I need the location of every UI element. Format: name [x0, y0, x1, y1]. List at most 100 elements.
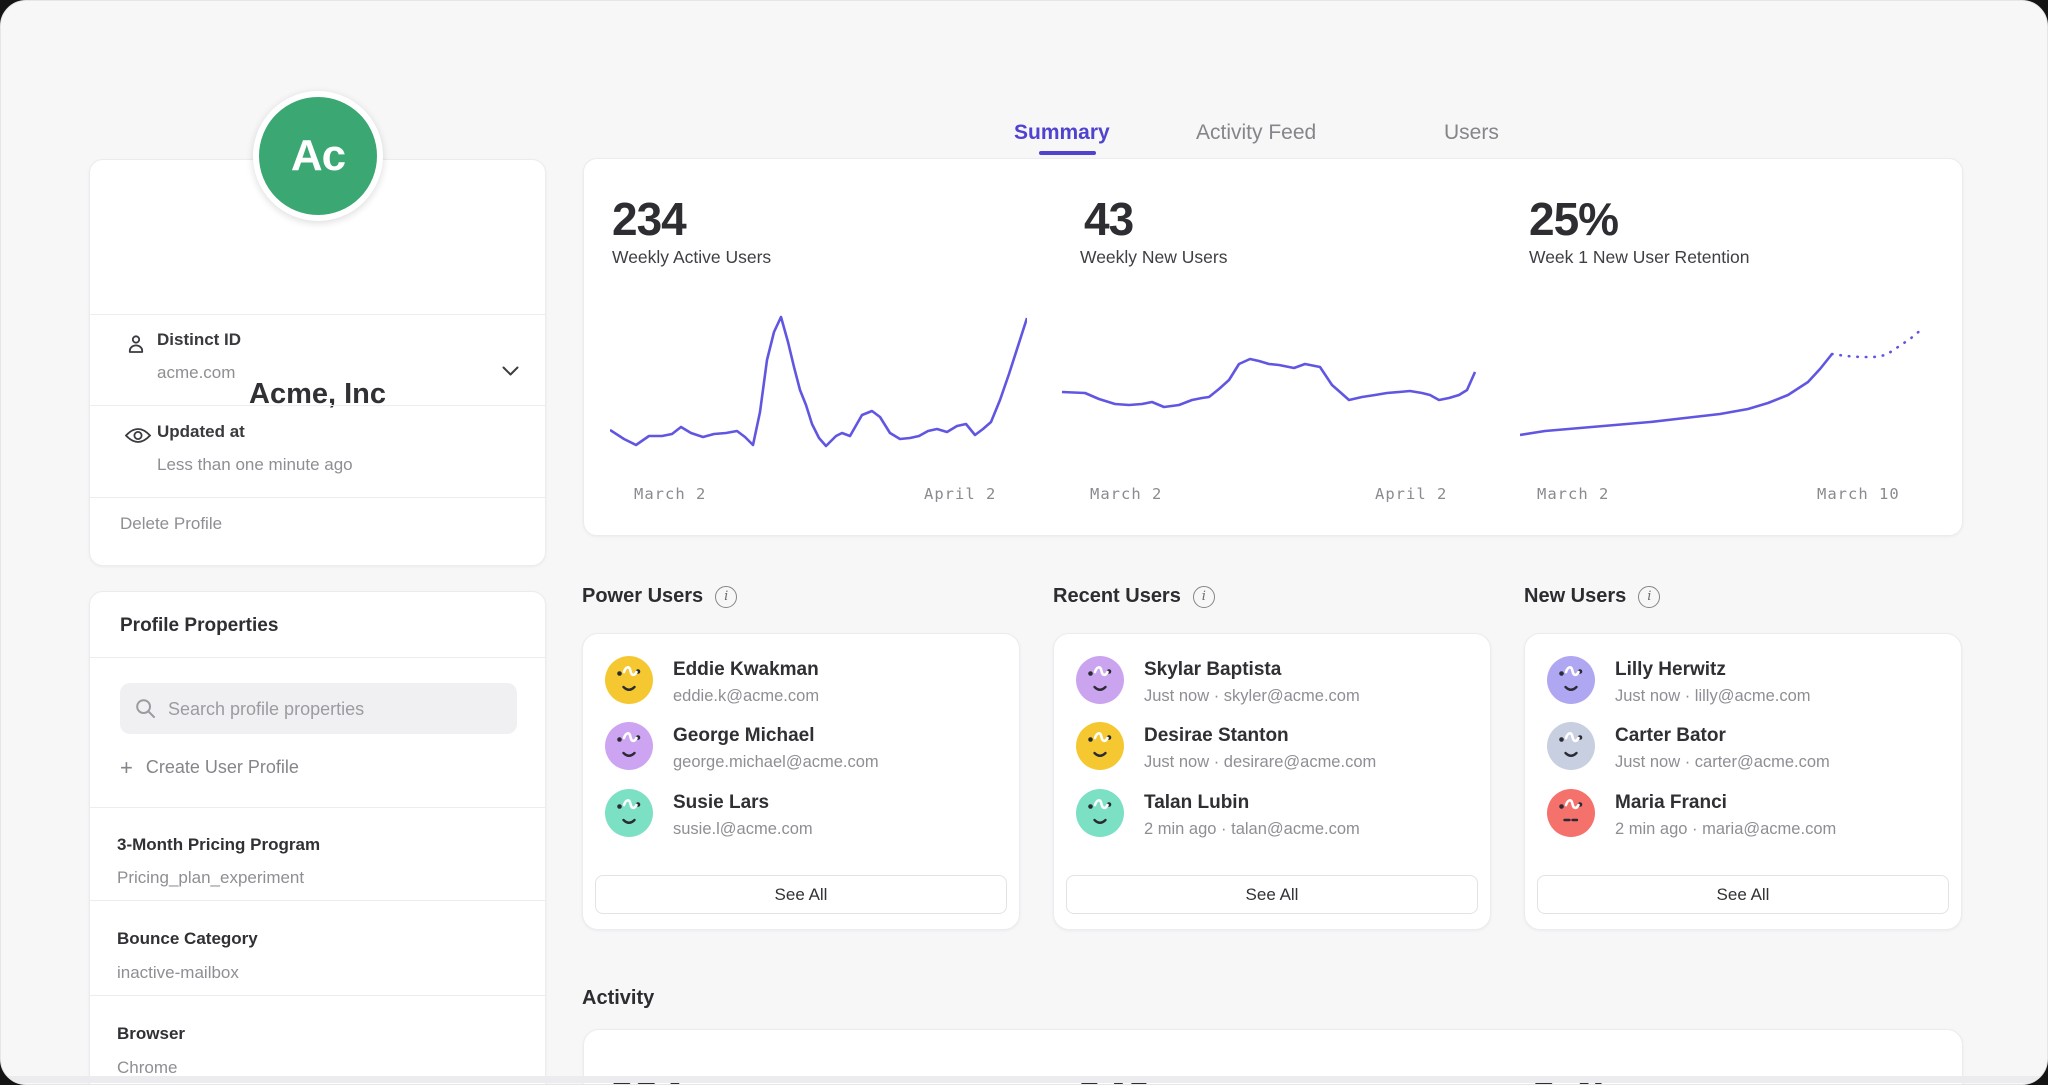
week1-retention-sparkline — [1520, 312, 1932, 468]
see-all-button[interactable]: See All — [1537, 875, 1949, 914]
user-row[interactable]: George Michael george.michael@acme.com — [583, 718, 1019, 782]
frame-bottom-edge — [2, 1076, 2046, 1083]
see-all-button[interactable]: See All — [1066, 875, 1478, 914]
property-value: Chrome — [117, 1058, 177, 1078]
x-tick: April 2 — [1375, 485, 1447, 503]
user-avatar — [605, 722, 653, 770]
property-value: Pricing_plan_experiment — [117, 868, 304, 888]
property-name: Bounce Category — [117, 929, 258, 949]
stat-week1-retention-label: Week 1 New User Retention — [1529, 247, 1749, 268]
user-avatar — [1547, 789, 1595, 837]
user-row[interactable]: Skylar Baptista Just now · skyler@acme.c… — [1054, 652, 1490, 716]
user-name: Lilly Herwitz — [1615, 659, 1726, 681]
tab-activity-feed[interactable]: Activity Feed — [1196, 121, 1316, 145]
x-tick: April 2 — [924, 485, 996, 503]
user-name: Eddie Kwakman — [673, 659, 819, 681]
user-row[interactable]: Maria Franci 2 min ago · maria@acme.com — [1525, 785, 1961, 849]
power-users-title: Power Users — [582, 585, 703, 608]
eye-icon — [124, 426, 152, 445]
user-meta: 2 min ago · maria@acme.com — [1615, 820, 1836, 839]
power-users-header: Power Users i — [582, 585, 737, 608]
user-avatar — [605, 656, 653, 704]
create-user-profile-button[interactable]: + Create User Profile — [120, 757, 299, 778]
divider — [90, 405, 545, 406]
user-name: Skylar Baptista — [1144, 659, 1281, 681]
power-users-card: Eddie Kwakman eddie.k@acme.com George Mi… — [582, 633, 1020, 930]
info-icon[interactable]: i — [715, 586, 737, 608]
profile-properties-search[interactable] — [120, 683, 517, 734]
x-tick: March 2 — [1090, 485, 1162, 503]
user-row[interactable]: Talan Lubin 2 min ago · talan@acme.com — [1054, 785, 1490, 849]
user-row[interactable]: Susie Lars susie.l@acme.com — [583, 785, 1019, 849]
user-name: Carter Bator — [1615, 725, 1726, 747]
user-name: George Michael — [673, 725, 815, 747]
tab-users[interactable]: Users — [1444, 121, 1499, 145]
divider — [90, 314, 545, 315]
user-name: Desirae Stanton — [1144, 725, 1289, 747]
user-name: Susie Lars — [673, 792, 769, 814]
recent-users-title: Recent Users — [1053, 585, 1181, 608]
recent-users-header: Recent Users i — [1053, 585, 1215, 608]
x-tick: March 2 — [1537, 485, 1609, 503]
plus-icon: + — [120, 759, 133, 777]
stat-weekly-active-users-label: Weekly Active Users — [612, 247, 771, 268]
user-avatar — [1076, 722, 1124, 770]
stat-weekly-active-users-value: 234 — [612, 192, 686, 246]
divider — [90, 995, 545, 996]
activity-section-title: Activity — [582, 987, 654, 1010]
stat-weekly-new-users-value: 43 — [1084, 192, 1133, 246]
weekly-active-users-sparkline — [610, 312, 1027, 468]
active-tab-underline — [1039, 151, 1096, 155]
user-row[interactable]: Lilly Herwitz Just now · lilly@acme.com — [1525, 652, 1961, 716]
divider — [90, 497, 545, 498]
see-all-button[interactable]: See All — [595, 875, 1007, 914]
new-users-card: Lilly Herwitz Just now · lilly@acme.com … — [1524, 633, 1962, 930]
weekly-new-users-sparkline — [1060, 312, 1480, 468]
stat-week1-retention-value: 25% — [1529, 192, 1618, 246]
tab-summary[interactable]: Summary — [1014, 121, 1110, 145]
field-label: Distinct ID — [157, 330, 241, 350]
info-icon[interactable]: i — [1193, 586, 1215, 608]
user-meta: george.michael@acme.com — [673, 753, 879, 772]
company-avatar: Ac — [253, 91, 383, 221]
person-icon — [124, 332, 148, 356]
chevron-down-icon[interactable] — [502, 366, 519, 377]
user-meta: Just now · skyler@acme.com — [1144, 687, 1360, 706]
new-users-title: New Users — [1524, 585, 1626, 608]
property-name: Browser — [117, 1024, 185, 1044]
user-meta: susie.l@acme.com — [673, 820, 813, 839]
user-row[interactable]: Carter Bator Just now · carter@acme.com — [1525, 718, 1961, 782]
user-row[interactable]: Desirae Stanton Just now · desirare@acme… — [1054, 718, 1490, 782]
x-tick: March 10 — [1817, 485, 1900, 503]
user-avatar — [1547, 722, 1595, 770]
property-name: 3-Month Pricing Program — [117, 835, 320, 855]
summary-stats-card: 234 Weekly Active Users March 2 April 2 … — [583, 158, 1963, 536]
app-frame: Ac Acme, Inc Distinct ID acme.com Update… — [0, 0, 2048, 1085]
divider — [90, 657, 545, 658]
x-tick: March 2 — [634, 485, 706, 503]
user-meta: eddie.k@acme.com — [673, 687, 819, 706]
user-meta: Just now · carter@acme.com — [1615, 753, 1830, 772]
user-row[interactable]: Eddie Kwakman eddie.k@acme.com — [583, 652, 1019, 716]
create-user-profile-label: Create User Profile — [146, 757, 299, 778]
stat-weekly-new-users-label: Weekly New Users — [1080, 247, 1228, 268]
user-name: Talan Lubin — [1144, 792, 1249, 814]
user-meta: 2 min ago · talan@acme.com — [1144, 820, 1360, 839]
divider — [90, 900, 545, 901]
profile-properties-card: Profile Properties + Create User Profile… — [89, 591, 546, 1085]
field-value: Less than one minute ago — [157, 455, 353, 475]
user-meta: Just now · desirare@acme.com — [1144, 753, 1376, 772]
field-value: acme.com — [157, 363, 235, 383]
delete-profile-button[interactable]: Delete Profile — [120, 514, 222, 534]
search-input[interactable] — [166, 683, 510, 736]
company-avatar-initials: Ac — [291, 131, 345, 181]
user-name: Maria Franci — [1615, 792, 1727, 814]
recent-users-card: Skylar Baptista Just now · skyler@acme.c… — [1053, 633, 1491, 930]
info-icon[interactable]: i — [1638, 586, 1660, 608]
divider — [90, 807, 545, 808]
property-value: inactive-mailbox — [117, 963, 239, 983]
profile-properties-title: Profile Properties — [120, 615, 278, 637]
user-avatar — [1547, 656, 1595, 704]
new-users-header: New Users i — [1524, 585, 1660, 608]
user-avatar — [1076, 656, 1124, 704]
